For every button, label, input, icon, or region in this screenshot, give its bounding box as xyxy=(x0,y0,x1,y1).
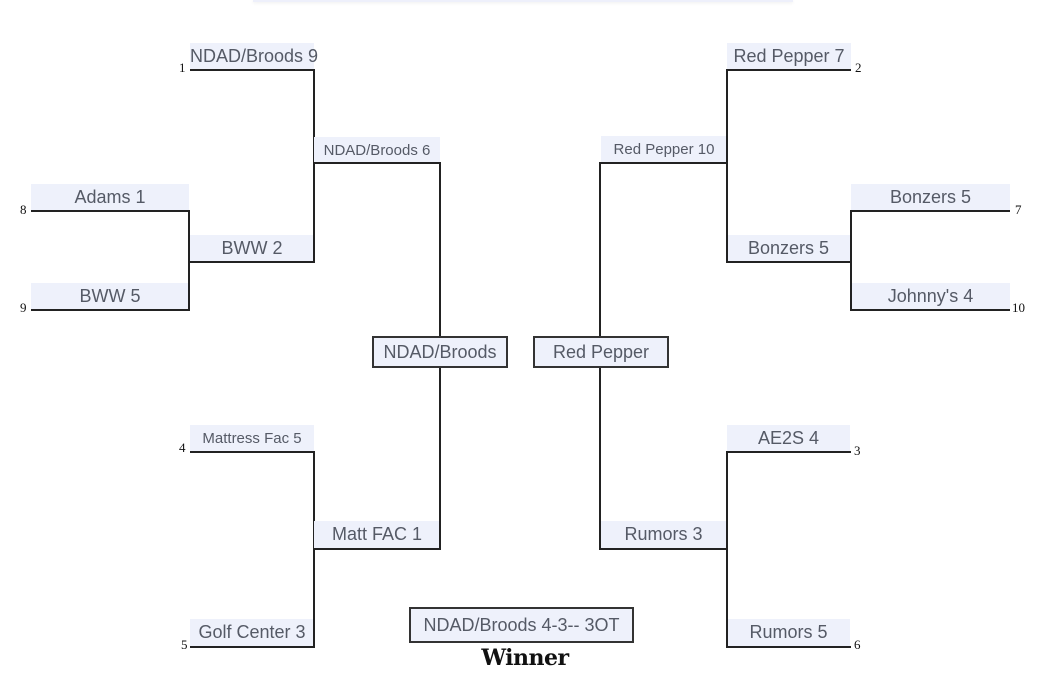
bracket-line xyxy=(850,309,1010,311)
seed-number: 8 xyxy=(20,202,27,217)
bracket-line xyxy=(599,162,601,336)
seed-number: 1 xyxy=(179,60,186,75)
bracket-line xyxy=(313,69,315,263)
bracket-line xyxy=(599,367,601,550)
bracket-line xyxy=(599,548,727,550)
semifinal-slot-left[interactable]: NDAD/Broods xyxy=(372,336,508,368)
team-slot[interactable]: BWW 5 xyxy=(31,283,189,310)
bracket-line xyxy=(190,646,315,648)
team-slot[interactable]: Rumors 5 xyxy=(727,619,850,646)
bracket-line xyxy=(31,309,190,311)
bracket-line xyxy=(439,162,441,336)
team-slot[interactable]: Mattress Fac 5 xyxy=(190,425,314,452)
bracket-line xyxy=(190,69,315,71)
bracket-line xyxy=(439,367,441,550)
bracket-line xyxy=(850,210,1010,212)
team-slot[interactable]: Matt FAC 1 xyxy=(314,521,440,548)
bracket-line xyxy=(726,451,851,453)
winner-label: Winner xyxy=(481,645,569,671)
team-slot[interactable]: BWW 2 xyxy=(190,235,314,262)
bracket-line xyxy=(314,548,441,550)
bracket-line xyxy=(190,261,315,263)
bracket-line xyxy=(726,261,852,263)
seed-number: 4 xyxy=(179,440,186,455)
bracket-line xyxy=(190,451,315,453)
bracket-line xyxy=(599,162,727,164)
seed-number: 7 xyxy=(1015,202,1022,217)
bracket-line xyxy=(31,210,190,212)
team-slot[interactable]: Golf Center 3 xyxy=(190,619,314,646)
team-slot[interactable]: Red Pepper 7 xyxy=(727,43,851,70)
seed-number: 2 xyxy=(855,60,862,75)
team-slot[interactable]: NDAD/Broods 6 xyxy=(314,137,440,164)
top-bar xyxy=(253,0,793,2)
team-slot[interactable]: AE2S 4 xyxy=(727,425,850,452)
team-slot[interactable]: Bonzers 5 xyxy=(727,235,850,262)
seed-number: 10 xyxy=(1012,300,1025,315)
team-slot[interactable]: Rumors 3 xyxy=(601,521,726,548)
bracket-line xyxy=(726,69,728,263)
final-result[interactable]: NDAD/Broods 4-3-- 3OT xyxy=(409,607,634,643)
team-slot[interactable]: Adams 1 xyxy=(31,184,189,211)
seed-number: 6 xyxy=(854,637,861,652)
seed-number: 9 xyxy=(20,300,27,315)
semifinal-slot-right[interactable]: Red Pepper xyxy=(533,336,669,368)
team-slot[interactable]: Bonzers 5 xyxy=(851,184,1010,211)
bracket-line xyxy=(726,646,851,648)
team-slot[interactable]: NDAD/Broods 9 xyxy=(190,43,318,70)
seed-number: 3 xyxy=(854,443,861,458)
bracket-line xyxy=(314,162,441,164)
seed-number: 5 xyxy=(181,637,188,652)
team-slot[interactable]: Johnny's 4 xyxy=(851,283,1010,310)
bracket-line xyxy=(726,69,851,71)
team-slot[interactable]: Red Pepper 10 xyxy=(601,136,727,163)
